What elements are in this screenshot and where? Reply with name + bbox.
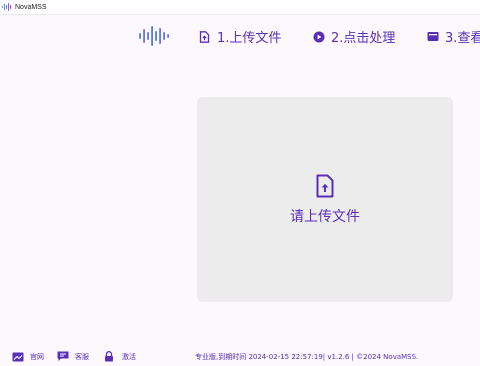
title-bar: NovaMSS (0, 0, 480, 15)
upload-dropzone[interactable]: 请上传文件 (197, 97, 453, 302)
window-title: NovaMSS (15, 3, 47, 11)
chat-icon (57, 351, 70, 362)
folder-icon (427, 31, 439, 43)
step-process-label: 2.点击处理 (331, 31, 396, 46)
license-status: 专业版,到期时间 2024-02-15 22:57:19| v1.2.6 | ©… (195, 353, 419, 361)
step-view-label: 3.查看 (445, 31, 480, 46)
waveform-logo-icon (138, 26, 170, 46)
website-label: 官网 (30, 352, 44, 361)
play-circle-icon (313, 31, 325, 43)
customer-service-link[interactable]: 客服 (57, 351, 89, 362)
activate-label: 激活 (122, 352, 136, 361)
website-icon (12, 351, 25, 362)
lock-icon (104, 351, 117, 362)
step-view[interactable]: 3.查看 (427, 27, 480, 46)
website-link[interactable]: 官网 (12, 351, 44, 362)
activate-link[interactable]: 激活 (104, 351, 136, 362)
step-upload-label: 1.上传文件 (217, 31, 282, 46)
file-upload-icon (315, 174, 335, 198)
customer-service-label: 客服 (75, 352, 89, 361)
upload-file-icon (199, 30, 211, 43)
step-upload[interactable]: 1.上传文件 (199, 27, 281, 46)
waveform-icon (2, 3, 12, 11)
upload-prompt: 请上传文件 (290, 208, 360, 225)
step-process[interactable]: 2.点击处理 (313, 27, 395, 46)
